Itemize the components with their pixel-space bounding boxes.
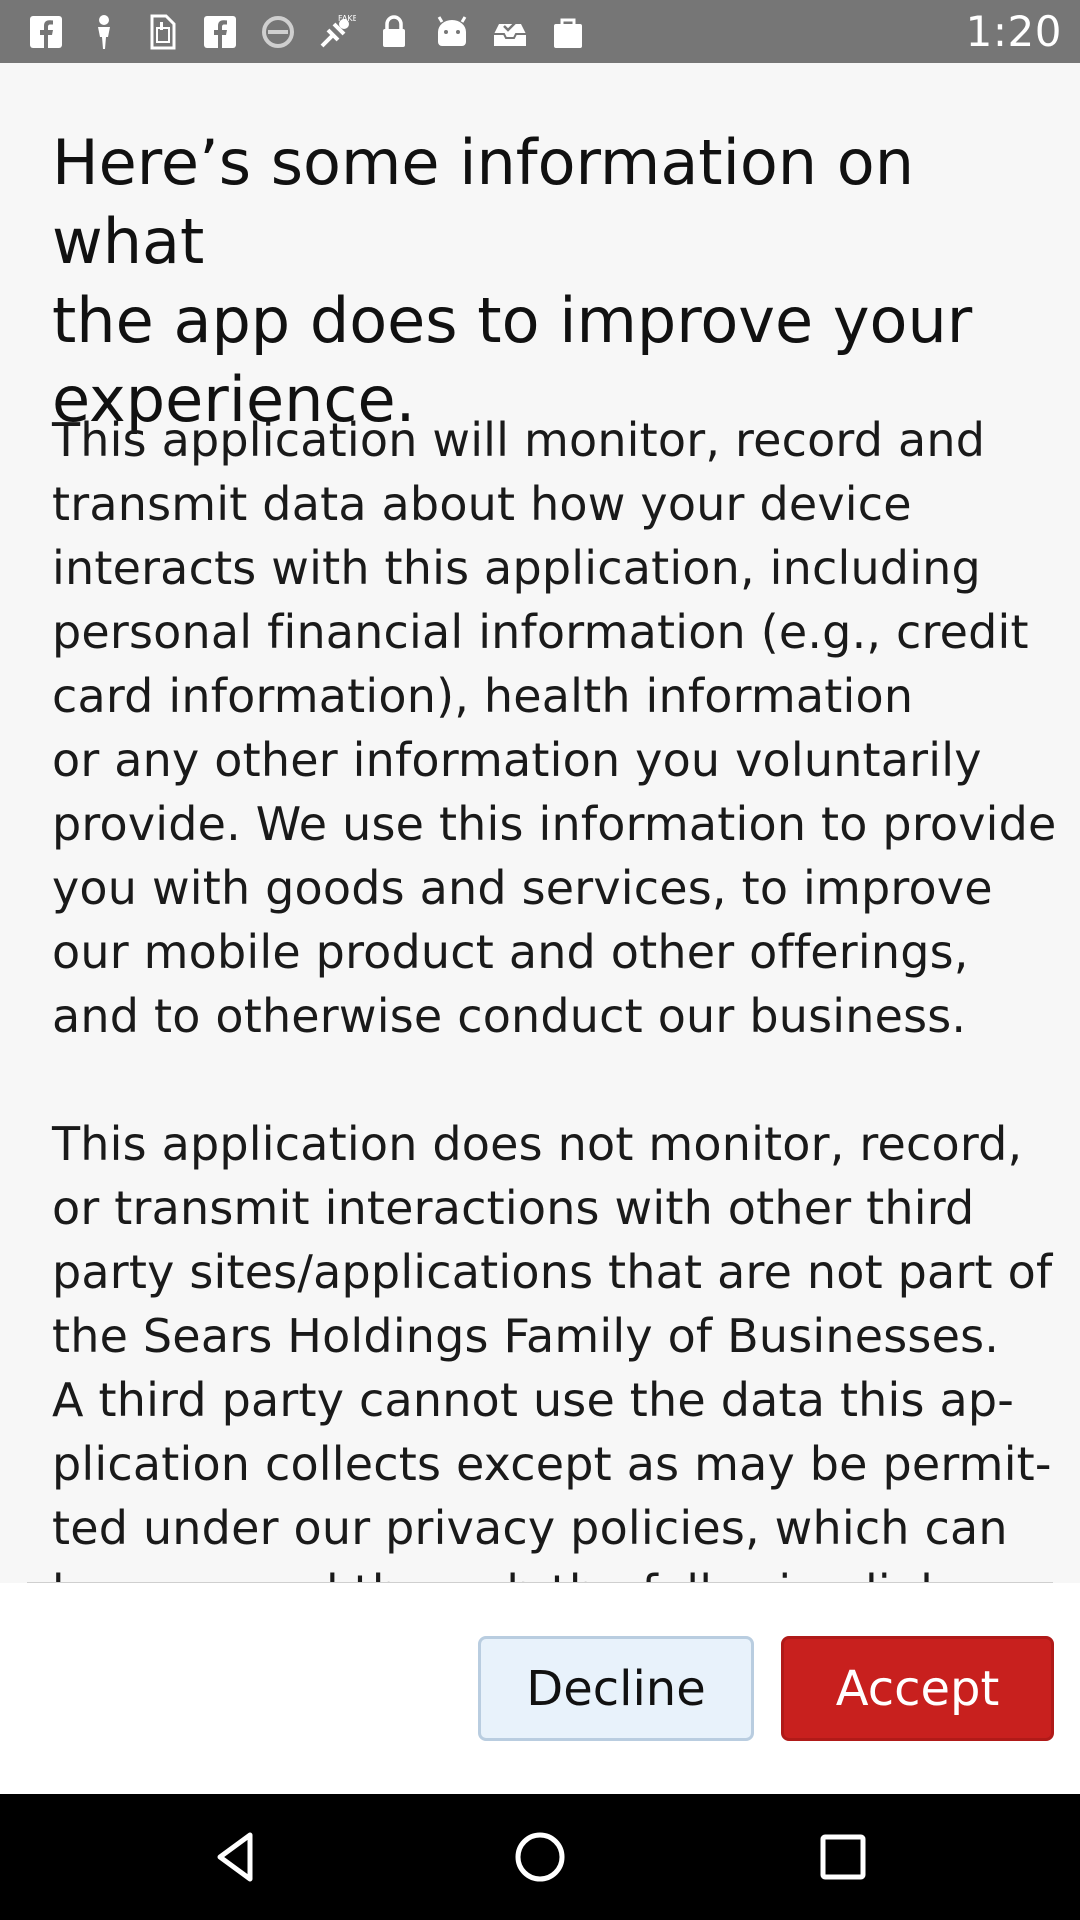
blocked-icon (258, 12, 298, 52)
accept-button[interactable]: Accept (781, 1636, 1054, 1741)
facebook-icon (26, 12, 66, 52)
inbox-icon (490, 12, 530, 52)
button-bar: Decline Accept (0, 1583, 1080, 1794)
decline-button[interactable]: Decline (478, 1636, 754, 1741)
svg-text:FAKE: FAKE (338, 14, 356, 23)
sim-icon (142, 12, 182, 52)
recents-icon[interactable] (813, 1827, 873, 1887)
android-icon (432, 12, 472, 52)
status-bar: FAKE 1:20 (0, 0, 1080, 63)
bag-icon (548, 12, 588, 52)
clock: 1:20 (965, 7, 1062, 56)
consent-title: Here’s some information on what the app … (52, 126, 973, 436)
home-icon[interactable] (510, 1827, 570, 1887)
consent-body: This application will monitor, record an… (52, 413, 1057, 1583)
facebook-icon (200, 12, 240, 52)
person-icon (84, 12, 124, 52)
navigation-bar (0, 1794, 1080, 1920)
consent-content[interactable]: Here’s some information on what the app … (0, 63, 1080, 1583)
fake-gps-icon: FAKE (316, 12, 356, 52)
notification-icons: FAKE (0, 0, 588, 63)
status-right: 1:20 (966, 0, 1080, 63)
lock-icon (374, 12, 414, 52)
back-icon[interactable] (206, 1827, 266, 1887)
